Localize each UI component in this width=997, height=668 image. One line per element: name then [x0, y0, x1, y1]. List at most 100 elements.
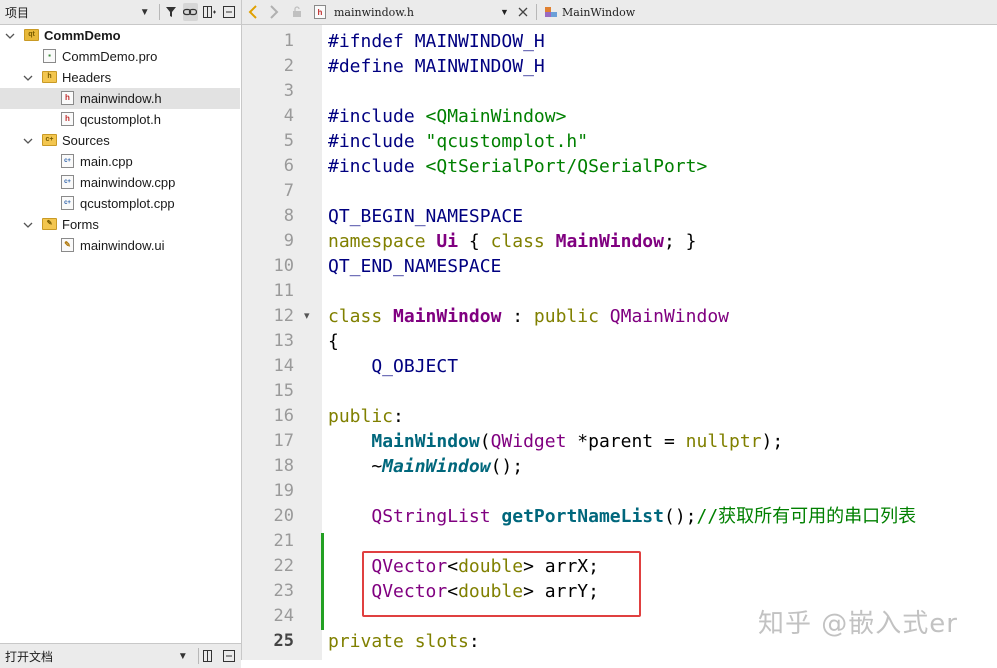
code-line[interactable]: public: [322, 404, 997, 429]
tree-item-qcustomplot-cpp[interactable]: c+ qcustomplot.cpp [0, 193, 240, 214]
code-token: MainWindow [371, 431, 480, 452]
code-token: QT_END_NAMESPACE [328, 256, 502, 277]
tree-item-label: qcustomplot.cpp [80, 196, 175, 211]
code-line-text: #ifndef MAINWINDOW_H [328, 29, 545, 54]
watermark: 知乎 @嵌入式er [758, 609, 958, 639]
sources-folder-icon: c+ [42, 134, 57, 146]
code-line[interactable]: QT_BEGIN_NAMESPACE [322, 204, 997, 229]
chevron-down-icon[interactable] [4, 30, 16, 42]
code-token: { [328, 331, 339, 352]
line-number: 22 [273, 556, 294, 576]
code-line-text: #define MAINWINDOW_H [328, 54, 545, 79]
open-documents-title: 打开文档 [5, 649, 54, 664]
code-line[interactable] [322, 79, 997, 104]
code-token: "qcustomplot.h" [425, 131, 589, 152]
project-tree: qt CommDemo ▪ CommDemo.pro h Headers h m… [0, 25, 240, 256]
line-number: 24 [273, 606, 294, 626]
code-token: QWidget [490, 431, 567, 452]
code-line[interactable] [322, 479, 997, 504]
close-panel-icon[interactable] [222, 3, 237, 21]
code-line-text: public: [328, 404, 404, 429]
code-line-text: private slots: [328, 629, 480, 654]
ui-file-icon: ✎ [61, 238, 74, 252]
tree-item-main-cpp[interactable]: c+ main.cpp [0, 151, 240, 172]
chevron-down-icon[interactable] [22, 135, 34, 147]
split-icon[interactable] [202, 3, 217, 21]
line-number: 21 [273, 531, 294, 551]
code-line[interactable]: MainWindow(QWidget *parent = nullptr); [322, 429, 997, 454]
split-icon[interactable] [202, 647, 218, 665]
code-token: MainWindow [382, 456, 491, 477]
code-line-text: ~MainWindow(); [328, 454, 523, 479]
class-icon [544, 0, 558, 24]
code-line[interactable]: #include "qcustomplot.h" [322, 129, 997, 154]
link-with-editor-icon[interactable] [182, 3, 199, 21]
back-icon[interactable] [248, 0, 258, 24]
view-dropdown-icon[interactable]: ▼ [137, 3, 152, 21]
code-token: MainWindow [393, 306, 502, 327]
code-token: public [533, 306, 610, 327]
code-line[interactable]: QT_END_NAMESPACE [322, 254, 997, 279]
tree-item-label: Sources [62, 133, 110, 148]
code-token: public [328, 406, 394, 427]
code-line[interactable]: QStringList getPortNameList();//获取所有可用的串… [322, 504, 997, 529]
close-panel-icon[interactable] [221, 647, 237, 665]
file-dropdown-icon[interactable]: ▼ [500, 0, 509, 24]
code-line[interactable] [322, 179, 997, 204]
code-line[interactable] [322, 279, 997, 304]
code-line[interactable]: Q_OBJECT [322, 354, 997, 379]
chevron-down-icon[interactable] [22, 219, 34, 231]
code-line[interactable]: namespace Ui { class MainWindow; } [322, 229, 997, 254]
open-file-name[interactable]: mainwindow.h [334, 0, 414, 24]
tree-item-sources[interactable]: c+ Sources [0, 130, 240, 151]
line-number: 6 [283, 156, 294, 176]
cpp-file-icon: c+ [61, 175, 74, 189]
code-line[interactable]: class MainWindow : public QMainWindow [322, 304, 997, 329]
tree-item-mainwindow-cpp[interactable]: c+ mainwindow.cpp [0, 172, 240, 193]
tree-item-forms[interactable]: ✎ Forms [0, 214, 240, 235]
line-number: 20 [273, 506, 294, 526]
chevron-down-icon[interactable] [22, 72, 34, 84]
code-token: namespace [328, 231, 437, 252]
view-dropdown-icon[interactable]: ▼ [175, 647, 191, 665]
code-token: ~ [328, 456, 383, 477]
code-line[interactable]: #ifndef MAINWINDOW_H [322, 29, 997, 54]
code-line[interactable]: ~MainWindow(); [322, 454, 997, 479]
code-line-text: QStringList getPortNameList();//获取所有可用的串… [328, 504, 916, 529]
line-number: 5 [283, 131, 294, 151]
fold-marker-icon[interactable]: ▾ [304, 304, 310, 329]
line-number: 1 [283, 31, 294, 51]
line-number: 19 [273, 481, 294, 501]
code-token: (); [490, 456, 524, 477]
modified-lines-marker [321, 533, 324, 630]
code-line[interactable]: #include <QtSerialPort/QSerialPort> [322, 154, 997, 179]
code-token: : [468, 631, 480, 652]
code-line-text: { [328, 329, 339, 354]
line-number: 10 [273, 256, 294, 276]
code-line-text: Q_OBJECT [328, 354, 458, 379]
tree-item-mainwindow-h[interactable]: h mainwindow.h [0, 88, 240, 109]
forward-icon[interactable] [269, 0, 279, 24]
tree-item-pro-file[interactable]: ▪ CommDemo.pro [0, 46, 240, 67]
code-line[interactable] [322, 379, 997, 404]
code-token: private [328, 631, 415, 652]
tree-item-commdemo[interactable]: qt CommDemo [0, 25, 240, 46]
code-line[interactable]: { [322, 329, 997, 354]
tree-item-mainwindow-ui[interactable]: ✎ mainwindow.ui [0, 235, 240, 256]
symbol-selector[interactable]: MainWindow [562, 0, 635, 24]
tree-item-label: mainwindow.cpp [80, 175, 176, 190]
code-line[interactable]: #define MAINWINDOW_H [322, 54, 997, 79]
filter-icon[interactable] [163, 3, 178, 21]
code-token: QStringList [371, 506, 491, 527]
close-file-icon[interactable] [518, 0, 528, 24]
code-token: #ifndef MAINWINDOW_H [328, 31, 545, 52]
tree-item-qcustomplot-h[interactable]: h qcustomplot.h [0, 109, 240, 130]
code-token: QMainWindow [609, 306, 729, 327]
tree-item-label: mainwindow.ui [80, 238, 165, 253]
tree-item-headers[interactable]: h Headers [0, 67, 240, 88]
header-file-icon: h [61, 91, 74, 105]
line-number-gutter: 1 2 3 4 5 6 7 8 9 10 11 12 ▾ 13 14 15 16 17 18 19 20 21 22 23 24… [242, 25, 322, 660]
code-token: : [393, 406, 404, 427]
code-line[interactable]: #include <QMainWindow> [322, 104, 997, 129]
